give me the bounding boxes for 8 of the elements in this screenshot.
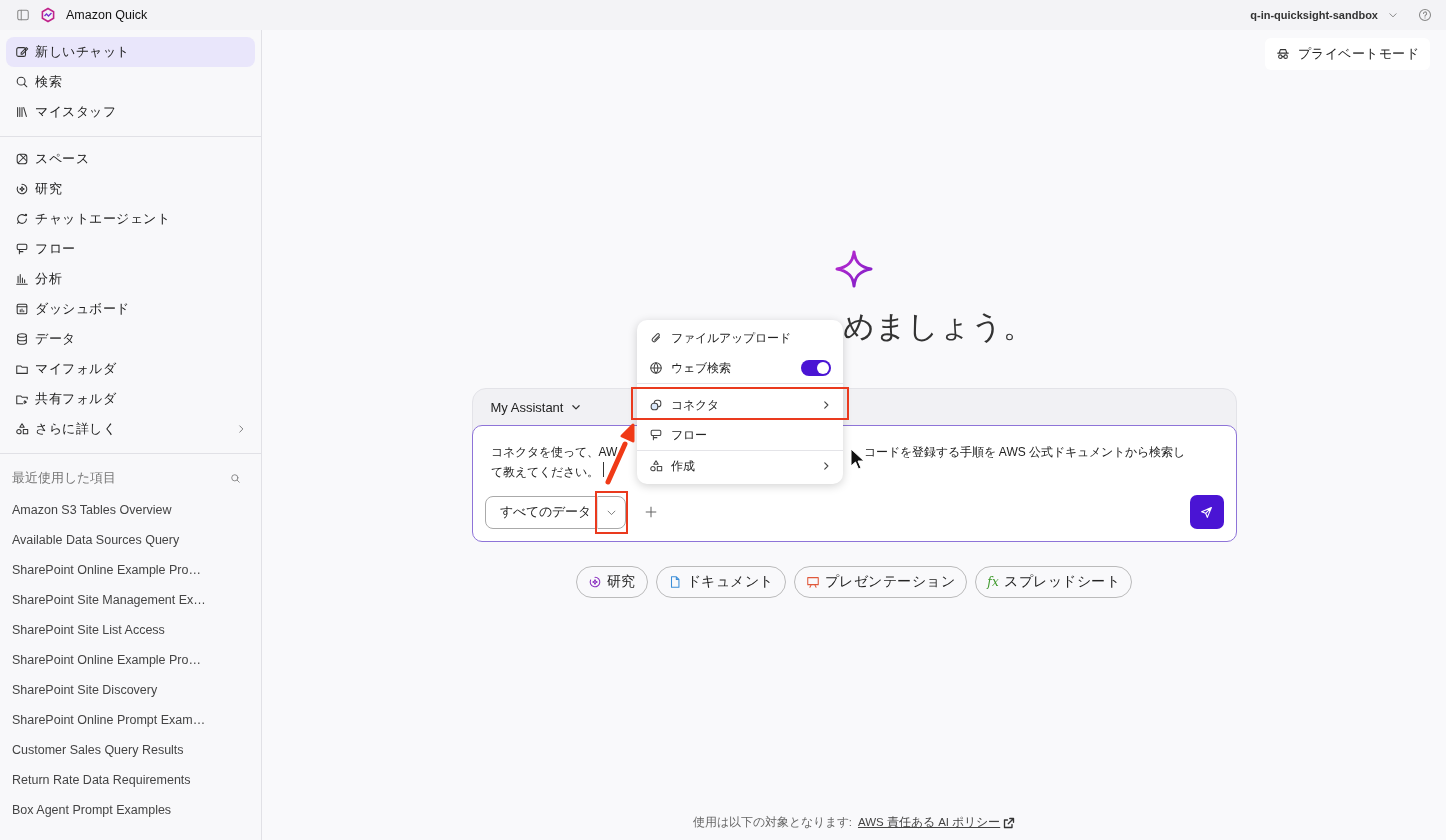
prompt-text: コネクタを使って、AW	[490, 444, 618, 461]
footer-text: 使用は以下の対象となります:	[692, 815, 852, 830]
prompt-text: て教えてください。	[490, 464, 599, 481]
welcome-heading: めましょう。	[843, 308, 1034, 346]
prompt-text: コードを登録する手順を AWS 公式ドキュメントから検索し	[863, 444, 1186, 461]
app-name: Amazon Quick	[66, 8, 148, 22]
formula-icon: fx	[987, 575, 1000, 589]
section-title: 最近使用した項目	[12, 469, 116, 487]
